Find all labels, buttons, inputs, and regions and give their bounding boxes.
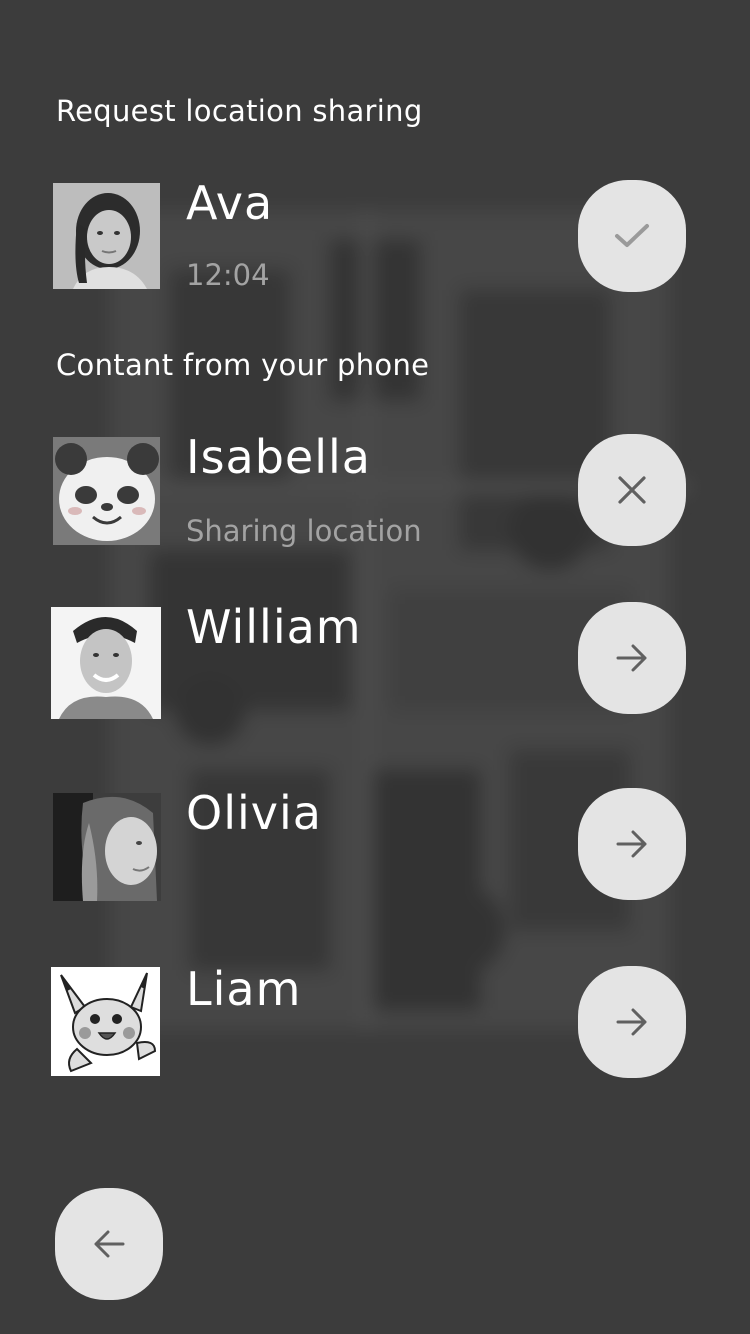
contact-status: Sharing location (186, 514, 422, 548)
contacts-section-title: Contant from your phone (56, 348, 430, 382)
request-time: 12:04 (186, 258, 270, 292)
avatar-william (51, 607, 161, 719)
close-icon (618, 476, 646, 504)
share-with-liam-button[interactable] (578, 966, 686, 1078)
screen: Request location sharing Ava 12:04 Conta… (0, 0, 750, 1334)
share-with-william-button[interactable] (578, 602, 686, 714)
contact-name: Ava (186, 176, 274, 230)
avatar-ava (53, 183, 160, 289)
arrow-left-icon (94, 1230, 125, 1258)
arrow-right-icon (616, 830, 647, 858)
contact-name: Olivia (186, 786, 322, 840)
share-with-olivia-button[interactable] (578, 788, 686, 900)
request-section-title: Request location sharing (56, 94, 423, 128)
accept-request-button[interactable] (578, 180, 686, 292)
contact-name: Liam (186, 962, 302, 1016)
avatar-liam (51, 967, 160, 1076)
check-icon (615, 224, 649, 247)
stop-sharing-button[interactable] (578, 434, 686, 546)
contact-name: Isabella (186, 430, 371, 484)
arrow-right-icon (616, 1008, 647, 1036)
back-button[interactable] (55, 1188, 163, 1300)
avatar-isabella (53, 437, 160, 545)
contact-name: William (186, 600, 362, 654)
arrow-right-icon (616, 644, 647, 672)
avatar-olivia (53, 793, 161, 901)
